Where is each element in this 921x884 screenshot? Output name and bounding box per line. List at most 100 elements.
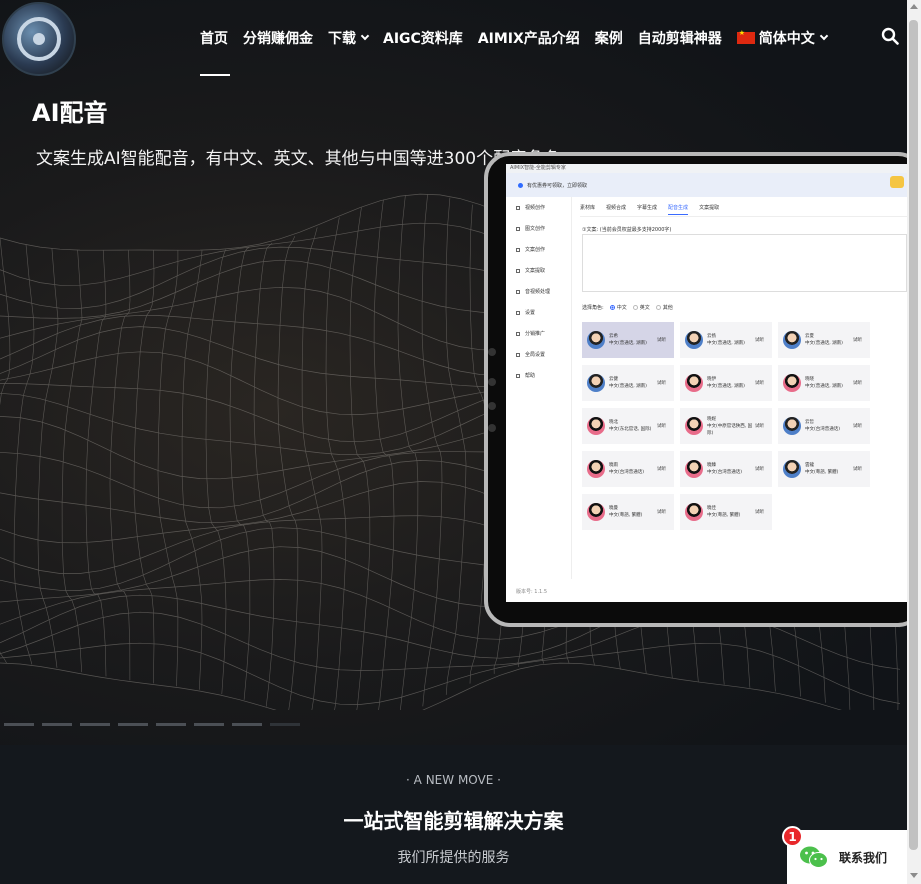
carousel-dot[interactable] [156, 723, 186, 726]
radio-icon [632, 305, 638, 310]
voice-card-text: 云希 中文(普通话, 湖南) [609, 333, 655, 347]
voice-desc: 中文(中原官话陕西, 国际) [707, 423, 753, 436]
menu-icon [516, 268, 520, 273]
voice-name: 云夏 [805, 334, 814, 339]
avatar [587, 503, 605, 521]
voice-name: 曉曼 [609, 506, 618, 511]
app-sidebar-item: 全局设置 [506, 344, 571, 365]
scrollbar-thumb[interactable] [909, 20, 918, 850]
voice-card: 曉佳 中文(粵語, 繁體) 试听 [680, 494, 772, 530]
nav-item-3[interactable]: AIGC资料库 [383, 28, 463, 48]
app-sidebar-item: 视频创作 [506, 197, 571, 218]
nav-item-label: 案例 [594, 31, 623, 47]
voice-card: 曉曼 中文(粵語, 繁體) 试听 [582, 494, 674, 530]
voice-card-text: 晓晓中文(普通话, 湖南) [805, 376, 851, 390]
app-radio-label: 英文 [639, 305, 650, 311]
voice-card-text: 云夏 中文(普通话, 湖南) [805, 333, 851, 347]
app-sidebar-label: 分销推广 [525, 331, 546, 337]
voice-desc: 中文(普通话, 湖南) [707, 384, 745, 389]
chevron-down-icon [360, 31, 370, 41]
app-sidebar-label: 帮助 [525, 373, 536, 379]
app-role-row: 选择角色: 中文 英文 其他 [582, 304, 673, 311]
carousel-dot[interactable] [194, 723, 224, 726]
voice-desc: 中文(粵語, 繁體) [707, 513, 741, 518]
voice-card: 晓妮 中文(中原官话陕西, 国际) 试听 [680, 408, 772, 444]
voice-try: 试听 [755, 510, 764, 515]
voice-card-text: 云扬 中文(普通话, 湖南) [707, 333, 753, 347]
search-icon[interactable] [881, 27, 899, 45]
nav-item-4[interactable]: AIMIX产品介绍 [478, 28, 580, 48]
app-banner: 有优惠券可领取，立即领取 [506, 173, 907, 197]
app-sidebar-item: 分销推广 [506, 323, 571, 344]
voice-card: 雲龍 中文(粵語, 繁體) 试听 [778, 451, 870, 487]
nav-item-0[interactable]: 首页 [200, 28, 228, 48]
radio-icon [609, 305, 615, 310]
voice-try: 试听 [755, 381, 764, 386]
scroll-down-arrow[interactable] [910, 873, 918, 878]
chevron-down-icon [819, 31, 829, 41]
app-radio-label: 中文 [616, 305, 627, 311]
nav-item-5[interactable]: 案例 [595, 28, 623, 48]
voice-desc: 中文(台湾普通话) [609, 470, 645, 475]
carousel-dot[interactable] [118, 723, 148, 726]
menu-icon [516, 289, 520, 294]
voice-desc: 中文(普通话, 湖南) [805, 384, 843, 389]
menu-icon [516, 352, 520, 357]
carousel-dot[interactable] [42, 723, 72, 726]
main-nav: 首页分销赚佣金下载 AIGC资料库 AIMIX产品介绍案例自动剪辑神器 简体中文 [200, 27, 842, 49]
carousel-dot[interactable] [4, 723, 34, 726]
app-role-label: 选择角色: [582, 305, 604, 311]
hero-title: AI配音 [32, 99, 108, 127]
app-sidebar-label: 图文创作 [525, 226, 546, 232]
app-sidebar-label: 文案创作 [525, 247, 546, 253]
nav-item-label: AIMIX产品介绍 [477, 31, 580, 47]
voice-name: 云希 [609, 334, 618, 339]
voice-card: 云哲 中文(台湾普通话) 试听 [778, 408, 870, 444]
app-tab: 文案提取 [699, 205, 720, 211]
language-switcher[interactable]: 简体中文 [736, 28, 829, 48]
voice-desc: 中文(台湾普通话) [707, 470, 743, 475]
scroll-up-arrow[interactable] [910, 4, 918, 9]
app-tab: 素材库 [580, 205, 596, 211]
app-sidebar-item: 音视频处理 [506, 281, 571, 302]
site-logo[interactable] [2, 2, 76, 76]
app-sidebar-label: 文案提取 [525, 268, 546, 274]
menu-icon [516, 247, 520, 252]
voice-desc: 中文(东北官话, 国际) [609, 427, 652, 432]
nav-item-6[interactable]: 自动剪辑神器 [638, 28, 722, 48]
avatar [685, 331, 703, 349]
notification-badge: 1 [782, 826, 803, 847]
app-sidebar-label: 视频创作 [525, 205, 546, 211]
tablet-button [488, 348, 496, 356]
carousel-dot[interactable] [270, 723, 300, 726]
tablet-button [488, 424, 496, 432]
language-label: 简体中文 [758, 31, 815, 47]
avatar [685, 503, 703, 521]
contact-us-button[interactable]: 联系我们 [787, 830, 907, 884]
carousel-dot[interactable] [232, 723, 262, 726]
voice-try: 试听 [853, 338, 862, 343]
voice-desc: 中文(粵語, 繁體) [805, 470, 839, 475]
tablet-button [488, 402, 496, 410]
carousel-dot[interactable] [80, 723, 110, 726]
voice-name: 晓晓 [805, 377, 814, 382]
section-title: 一站式智能剪辑解决方案 [343, 809, 564, 833]
app-sidebar-item: 文案创作 [506, 239, 571, 260]
nav-active-indicator [200, 74, 230, 76]
voice-desc: 中文(普通话, 湖南) [707, 341, 745, 346]
voice-name: 雲龍 [805, 463, 814, 468]
avatar [587, 374, 605, 392]
menu-icon [516, 226, 520, 231]
app-text-input [582, 234, 907, 292]
voice-try: 试听 [755, 338, 764, 343]
nav-item-2[interactable]: 下载 [328, 28, 370, 48]
contact-us-label: 联系我们 [839, 850, 888, 865]
nav-item-1[interactable]: 分销赚佣金 [243, 28, 313, 48]
voice-card-text: 曉曼 中文(粵語, 繁體) [609, 505, 655, 519]
divider [580, 216, 907, 217]
hero-subtitle: 文案生成AI智能配音，有中文、英文、其他与中国等进300个配音角色 [36, 149, 562, 169]
voice-name: 曉臻 [707, 463, 716, 468]
app-tab: 配音生成 [668, 204, 689, 215]
nav-item-label: 下载 [328, 31, 356, 47]
voice-try: 试听 [657, 338, 666, 343]
